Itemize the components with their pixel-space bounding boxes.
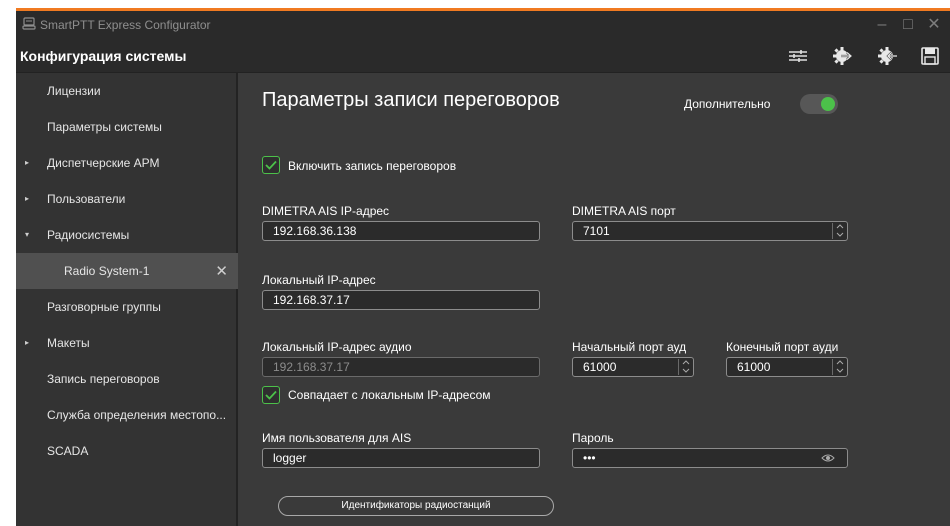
username-field[interactable]: logger: [262, 448, 540, 468]
sidebar-item-voice-recording[interactable]: Запись переговоров: [16, 361, 238, 397]
settings-sliders-button[interactable]: [786, 44, 810, 68]
sidebar-item-label: Макеты: [47, 336, 90, 350]
local-ip-field[interactable]: 192.168.37.17: [262, 290, 540, 310]
start-port-stepper[interactable]: 61000: [572, 357, 694, 377]
spin-down-icon[interactable]: [835, 367, 845, 374]
sidebar-item-label: SCADA: [47, 444, 89, 458]
section-title: Конфигурация системы: [20, 48, 187, 64]
advanced-toggle[interactable]: [800, 94, 838, 114]
end-port-spinner[interactable]: [832, 359, 846, 375]
radio-ids-button[interactable]: Идентификаторы радиостанций: [278, 496, 554, 516]
sidebar-item-talkgroups[interactable]: Разговорные группы: [16, 289, 238, 325]
close-button[interactable]: ✕: [924, 15, 944, 35]
sidebar-item-label: Радиосистемы: [47, 228, 130, 242]
checkmark-icon: [265, 160, 277, 170]
local-audio-ip-field[interactable]: 192.168.37.17: [262, 357, 540, 377]
sidebar: Лицензии Параметры системы ▸ Диспетчерск…: [16, 73, 238, 526]
local-ip-label: Локальный IP-адрес: [262, 273, 376, 287]
toolbar: Конфигурация системы: [16, 39, 950, 73]
sidebar-item-location-service[interactable]: Служба определения местопо...: [16, 397, 238, 433]
sidebar-item-dispatch-consoles[interactable]: ▸ Диспетчерские АРМ: [16, 145, 238, 181]
same-as-local-checkbox[interactable]: [262, 386, 280, 404]
sidebar-item-layouts[interactable]: ▸ Макеты: [16, 325, 238, 361]
sidebar-item-label: Служба определения местопо...: [47, 408, 227, 422]
ais-ip-label: DIMETRA AIS IP-адрес: [262, 204, 390, 218]
save-icon: [921, 47, 939, 65]
sidebar-item-label: Параметры системы: [47, 120, 162, 134]
ais-ip-field[interactable]: 192.168.36.138: [262, 221, 540, 241]
sidebar-item-label: Пользователи: [47, 192, 126, 206]
sidebar-item-radio-systems[interactable]: ▾ Радиосистемы: [16, 217, 238, 253]
end-port-value: 61000: [737, 360, 771, 374]
enable-recording-label: Включить запись переговоров: [288, 159, 457, 173]
show-password-eye-icon[interactable]: [821, 452, 835, 464]
sidebar-item-system-params[interactable]: Параметры системы: [16, 109, 238, 145]
checkmark-icon: [265, 390, 277, 400]
page-title: Параметры записи переговоров: [262, 89, 560, 111]
minimize-button[interactable]: –: [872, 15, 892, 35]
start-port-spinner[interactable]: [678, 359, 692, 375]
sidebar-item-licenses[interactable]: Лицензии: [16, 73, 238, 109]
ais-port-label: DIMETRA AIS порт: [572, 204, 676, 218]
import-gear-icon: [878, 47, 897, 65]
collapse-caret-icon[interactable]: ▾: [25, 230, 29, 239]
sidebar-item-label: Лицензии: [47, 84, 101, 98]
expand-caret-icon[interactable]: ▸: [25, 338, 29, 347]
end-port-label: Конечный порт ауди: [726, 340, 839, 354]
password-label: Пароль: [572, 431, 614, 445]
toggle-knob: [821, 97, 835, 111]
spin-up-icon[interactable]: [681, 359, 691, 366]
spin-up-icon[interactable]: [835, 223, 845, 230]
expand-caret-icon[interactable]: ▸: [25, 158, 29, 167]
title-bar: SmartPTT Express Configurator – □ ✕: [16, 11, 950, 39]
sidebar-item-scada[interactable]: SCADA: [16, 433, 238, 469]
app-window: SmartPTT Express Configurator – □ ✕ Конф…: [16, 8, 950, 526]
advanced-label: Дополнительно: [684, 97, 771, 111]
same-as-local-label: Совпадает с локальным IP-адресом: [288, 388, 491, 402]
app-icon: [22, 17, 36, 30]
import-config-button[interactable]: [876, 44, 900, 68]
window-title: SmartPTT Express Configurator: [40, 18, 211, 32]
save-button[interactable]: [918, 44, 942, 68]
main-panel: Параметры записи переговоров Дополнитель…: [240, 73, 950, 526]
remove-radio-system-icon[interactable]: ✕: [215, 262, 228, 280]
sidebar-item-label: Разговорные группы: [47, 300, 161, 314]
start-port-value: 61000: [583, 360, 617, 374]
ais-port-spinner[interactable]: [832, 223, 846, 239]
end-port-stepper[interactable]: 61000: [726, 357, 848, 377]
spin-up-icon[interactable]: [835, 359, 845, 366]
spin-down-icon[interactable]: [835, 231, 845, 238]
start-port-label: Начальный порт ауд: [572, 340, 687, 354]
sidebar-item-label: Запись переговоров: [47, 372, 160, 386]
sidebar-item-radio-system-1[interactable]: Radio System-1 ✕: [16, 253, 238, 289]
sidebar-item-label: Диспетчерские АРМ: [47, 156, 160, 170]
password-field[interactable]: •••: [572, 448, 848, 468]
ais-port-value: 7101: [583, 224, 610, 238]
export-config-button[interactable]: [831, 44, 855, 68]
local-audio-ip-label: Локальный IP-адрес аудио: [262, 340, 412, 354]
expand-caret-icon[interactable]: ▸: [25, 194, 29, 203]
sidebar-item-users[interactable]: ▸ Пользователи: [16, 181, 238, 217]
username-label: Имя пользователя для AIS: [262, 431, 412, 445]
password-value: •••: [583, 451, 596, 465]
settings-sliders-icon: [789, 50, 807, 62]
maximize-button[interactable]: □: [898, 15, 918, 35]
spin-down-icon[interactable]: [681, 367, 691, 374]
enable-recording-checkbox[interactable]: [262, 156, 280, 174]
ais-port-stepper[interactable]: 7101: [572, 221, 848, 241]
export-gear-icon: [833, 47, 853, 65]
